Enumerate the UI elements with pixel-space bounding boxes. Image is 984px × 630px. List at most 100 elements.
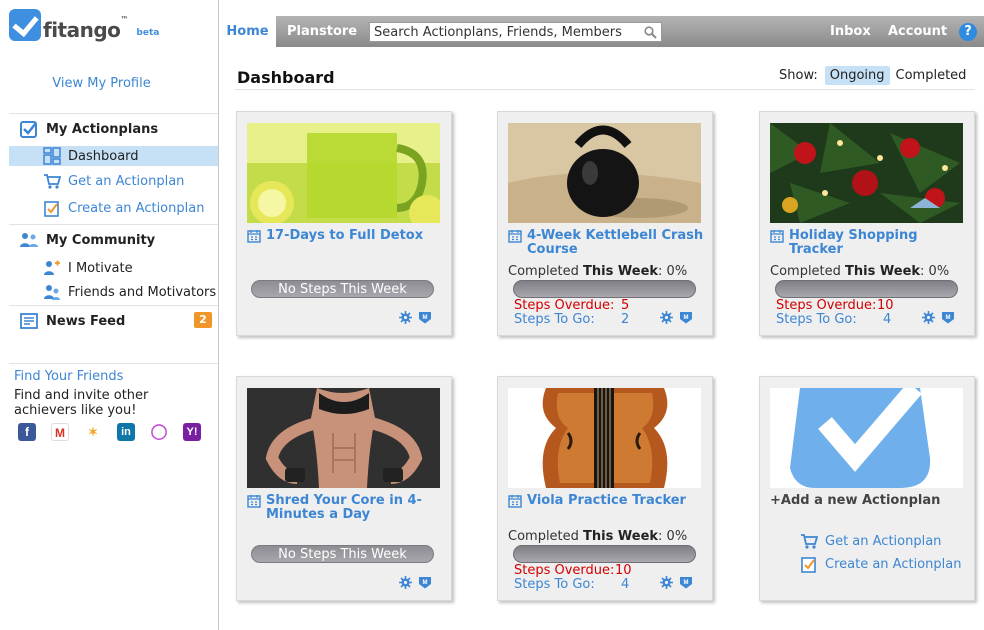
tab-home[interactable]: Home	[219, 16, 276, 47]
shopping-cart-icon	[801, 534, 818, 549]
no-steps-bar: No Steps This Week	[251, 545, 434, 563]
fitango-logo[interactable]: fitango ™ beta	[9, 9, 159, 41]
steps-to-go-count: 4	[621, 577, 630, 592]
create-plan-icon	[801, 557, 816, 573]
gear-icon[interactable]	[660, 311, 673, 324]
lemonade-image[interactable]	[247, 123, 440, 223]
search-box[interactable]	[369, 22, 662, 42]
tab-account[interactable]: Account	[888, 16, 947, 47]
motivator-badge-icon[interactable]: M	[679, 576, 693, 589]
steps-overdue-count: 10	[877, 298, 894, 313]
steps-to-go-count: 2	[621, 312, 630, 327]
actionplan-card[interactable]: Holiday Shopping Tracker Completed This …	[759, 111, 975, 336]
gear-icon[interactable]	[399, 311, 412, 324]
steps-overdue-label: Steps Overdue:	[514, 563, 615, 578]
this-week-label: This Week	[583, 264, 659, 279]
news-feed-heading[interactable]: News Feed	[19, 311, 125, 331]
tab-inbox[interactable]: Inbox	[830, 16, 871, 47]
calendar-icon	[508, 230, 522, 243]
gmail-icon[interactable]: M	[51, 423, 69, 441]
completed-percent: : 0%	[658, 264, 688, 279]
fitness-woman-image[interactable]	[247, 388, 440, 488]
show-filter: Show: Ongoing Completed	[779, 66, 966, 85]
my-actionplans-heading[interactable]: My Actionplans	[19, 119, 158, 139]
show-label: Show:	[779, 68, 818, 83]
get-actionplan-link[interactable]: Get an Actionplan	[800, 532, 941, 550]
filter-ongoing[interactable]: Ongoing	[824, 66, 890, 85]
divider	[9, 305, 218, 306]
search-icon[interactable]	[644, 26, 657, 39]
card-title[interactable]: 4-Week Kettlebell Crash Course	[508, 229, 704, 257]
calendar-icon	[247, 230, 261, 243]
divider	[9, 363, 218, 364]
news-feed-count-badge: 2	[194, 312, 212, 328]
find-friends-link[interactable]: Find Your Friends	[14, 369, 123, 384]
facebook-icon[interactable]: f	[18, 423, 36, 441]
completed-prefix: Completed	[508, 529, 584, 544]
divider	[9, 113, 218, 114]
card-title-text: Shred Your Core in 4-Minutes a Day	[266, 493, 422, 522]
add-actionplan-card[interactable]: +Add a new Actionplan Get an Actionplan …	[759, 376, 975, 601]
completed-this-week: Completed This Week: 0%	[508, 264, 687, 279]
msn-icon[interactable]: ✶	[84, 423, 102, 441]
gear-icon[interactable]	[660, 576, 673, 589]
kettlebell-image[interactable]	[508, 123, 701, 223]
motivator-badge-icon[interactable]: M	[941, 311, 955, 324]
tab-planstore[interactable]: Planstore	[287, 16, 357, 47]
filter-completed[interactable]: Completed	[896, 68, 967, 83]
card-title[interactable]: 17-Days to Full Detox	[247, 229, 443, 243]
this-week-label: This Week	[845, 264, 921, 279]
create-actionplan-label: Create an Actionplan	[825, 556, 962, 572]
card-title-text: 4-Week Kettlebell Crash Course	[527, 228, 704, 257]
sidebar-item-label: Create an Actionplan	[68, 200, 205, 216]
community-icon	[20, 233, 38, 247]
help-icon[interactable]: ?	[959, 23, 977, 41]
aol-icon[interactable]: ◯	[150, 423, 168, 441]
gear-icon[interactable]	[399, 576, 412, 589]
sidebar-item-friends[interactable]: Friends and Motivators	[9, 282, 218, 302]
motivator-badge-icon[interactable]: M	[679, 311, 693, 324]
card-title[interactable]: Shred Your Core in 4-Minutes a Day	[247, 494, 443, 522]
sidebar: fitango ™ beta View My Profile My Action…	[0, 0, 219, 630]
social-invite-icons: f M ✶ in ◯ Y!	[18, 423, 216, 441]
steps-overdue-label: Steps Overdue:	[776, 298, 877, 313]
add-actionplan-text: +Add a new Actionplan	[770, 493, 941, 508]
create-actionplan-link[interactable]: Create an Actionplan	[800, 555, 961, 573]
sidebar-item-label: Dashboard	[68, 148, 139, 164]
my-actionplans-label: My Actionplans	[46, 121, 159, 137]
logo-trademark: ™	[120, 15, 129, 24]
motivator-badge-icon[interactable]: M	[418, 576, 432, 589]
view-profile-link[interactable]: View My Profile	[0, 76, 203, 91]
search-input[interactable]	[374, 24, 634, 40]
yahoo-icon[interactable]: Y!	[183, 423, 201, 441]
sidebar-item-create-actionplan[interactable]: Create an Actionplan	[9, 198, 218, 218]
gear-icon[interactable]	[922, 311, 935, 324]
actionplan-check-icon	[20, 121, 37, 138]
actionplan-card[interactable]: Viola Practice Tracker Completed This We…	[497, 376, 713, 601]
my-community-heading[interactable]: My Community	[19, 230, 155, 250]
calendar-icon	[508, 495, 522, 508]
shopping-cart-icon	[44, 174, 61, 189]
viola-image[interactable]	[508, 388, 701, 488]
completed-percent: : 0%	[920, 264, 950, 279]
add-actionplan-title[interactable]: +Add a new Actionplan	[770, 494, 966, 508]
sidebar-item-get-actionplan[interactable]: Get an Actionplan	[9, 171, 218, 191]
sidebar-item-i-motivate[interactable]: I Motivate	[9, 258, 218, 278]
sidebar-item-label: Friends and Motivators	[68, 284, 217, 300]
card-title[interactable]: Holiday Shopping Tracker	[770, 229, 966, 257]
motivator-badge-icon[interactable]: M	[418, 311, 432, 324]
logo-text: fitango	[43, 18, 121, 42]
actionplan-card[interactable]: Shred Your Core in 4-Minutes a Day No St…	[236, 376, 452, 601]
steps-overdue-label: Steps Overdue:	[514, 298, 615, 313]
add-actionplan-logo-image[interactable]	[770, 388, 963, 488]
card-title[interactable]: Viola Practice Tracker	[508, 494, 704, 508]
actionplan-card[interactable]: 4-Week Kettlebell Crash Course Completed…	[497, 111, 713, 336]
completed-prefix: Completed	[770, 264, 846, 279]
svg-text:M: M	[684, 315, 689, 321]
completed-prefix: Completed	[508, 264, 584, 279]
actionplan-card[interactable]: 17-Days to Full Detox No Steps This Week…	[236, 111, 452, 336]
sidebar-item-dashboard[interactable]: Dashboard	[9, 146, 218, 166]
card-title-text: Viola Practice Tracker	[527, 493, 686, 508]
christmas-tree-image[interactable]	[770, 123, 963, 223]
linkedin-icon[interactable]: in	[117, 423, 135, 441]
